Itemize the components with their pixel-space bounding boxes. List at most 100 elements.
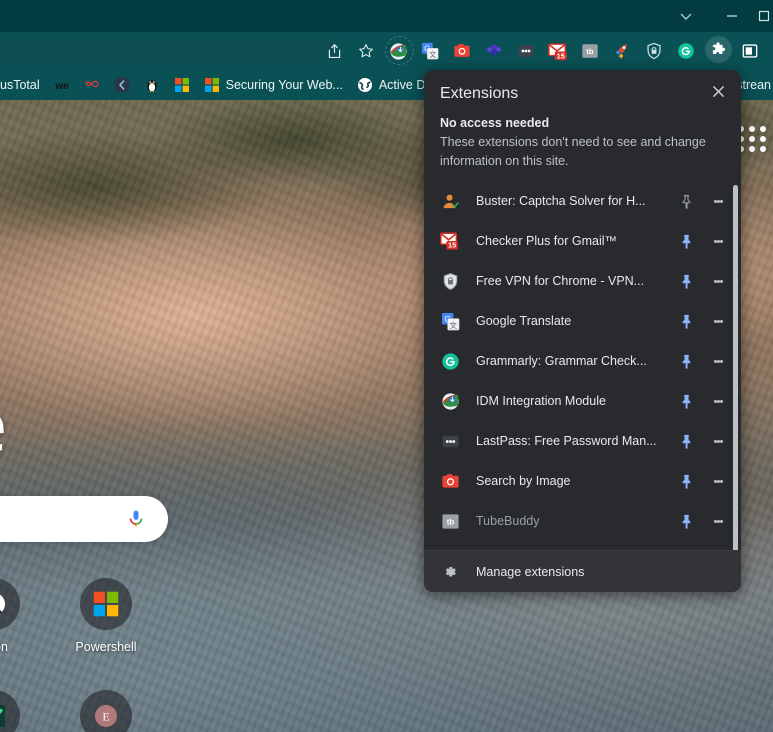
gmail-badge-count: 15	[557, 51, 565, 60]
shortcut-esl[interactable]: E ESL	[50, 682, 162, 732]
svg-text:文: 文	[429, 50, 436, 59]
bookmark-virustotal[interactable]: usTotal	[0, 73, 47, 97]
browser-window: G 文	[0, 0, 773, 732]
bookmark-back[interactable]	[107, 73, 137, 97]
puzzle-icon	[712, 42, 726, 54]
extension-google-translate-label: Google Translate	[476, 314, 572, 328]
extension-google-translate-more-button[interactable]	[703, 304, 733, 338]
bookmark-hackernews[interactable]	[77, 73, 107, 97]
extension-grammarly-more-button[interactable]	[703, 344, 733, 378]
extension-idm-pin-button[interactable]	[669, 384, 703, 418]
svg-text:文: 文	[449, 319, 457, 329]
bookmark-button[interactable]	[350, 32, 382, 70]
tubebuddy-button[interactable]: tb	[574, 32, 606, 70]
dropbox-button[interactable]	[478, 32, 510, 70]
extension-idm[interactable]: IDM Integration Module	[424, 381, 741, 421]
grammarly-icon	[441, 352, 459, 370]
bookmark-securing-your-web-label: Securing Your Web...	[225, 78, 343, 92]
extension-checker-plus-gmail-pin-button[interactable]	[669, 224, 703, 258]
grammarly-button[interactable]	[670, 32, 702, 70]
extension-idm-more-button[interactable]	[703, 384, 733, 418]
shield-icon	[443, 272, 457, 290]
extension-checker-plus-gmail-label: Checker Plus for Gmail™	[476, 234, 618, 248]
extension-checker-plus-gmail-more-button[interactable]	[703, 224, 733, 258]
extensions-button[interactable]	[702, 32, 734, 70]
shortcut-mind-icon-wrap	[0, 690, 20, 732]
extension-free-vpn-icon-wrap	[440, 271, 460, 291]
idm-extension-button[interactable]	[382, 32, 414, 70]
search-by-image-button[interactable]	[446, 32, 478, 70]
bookmark-we[interactable]: we	[47, 73, 77, 97]
minimize-button[interactable]	[709, 0, 755, 32]
search-input[interactable]	[0, 496, 168, 542]
svg-text:tb: tb	[586, 47, 594, 56]
extension-buster-more-button[interactable]	[703, 184, 733, 218]
extension-free-vpn[interactable]: Free VPN for Chrome - VPN...	[424, 261, 741, 301]
free-vpn-button[interactable]	[638, 32, 670, 70]
share-button[interactable]	[318, 32, 350, 70]
vertical-scrollbar[interactable]	[733, 185, 738, 550]
extension-lastpass-pin-button[interactable]	[669, 424, 703, 458]
extension-tubebuddy-label: TubeBuddy	[476, 514, 540, 528]
maximize-button[interactable]	[755, 0, 773, 32]
shortcut-empty-1	[162, 570, 274, 682]
pin-icon	[682, 394, 690, 409]
shortcut-doon[interactable]: doon	[0, 570, 50, 682]
extension-search-by-image[interactable]: Search by Image	[424, 461, 741, 501]
extension-tubebuddy[interactable]: tb TubeBuddy	[424, 501, 741, 541]
extension-checker-plus-gmail-icon-wrap: 15	[440, 231, 460, 251]
extension-grammarly-pin-button[interactable]	[669, 344, 703, 378]
maximize-icon	[758, 10, 770, 22]
checker-plus-gmail-button[interactable]: 15	[542, 32, 574, 70]
extension-video-speed-controller[interactable]: Video Speed Controller	[424, 541, 741, 550]
shortcut-mind[interactable]: Mind	[0, 682, 50, 732]
extension-lastpass-more-button[interactable]	[703, 424, 733, 458]
extension-buster[interactable]: Buster: Captcha Solver for H...	[424, 181, 741, 221]
shortcut-powershell[interactable]: Powershell	[50, 570, 162, 682]
tab-search-button[interactable]	[663, 0, 709, 32]
extension-grammarly-icon-wrap	[440, 351, 460, 371]
close-icon	[712, 85, 724, 97]
microphone-icon[interactable]	[126, 509, 146, 529]
apps-grid-icon[interactable]	[738, 126, 767, 152]
extension-checker-plus-gmail[interactable]: 15 Checker Plus for Gmail™	[424, 221, 741, 261]
extension-tubebuddy-pin-button[interactable]	[669, 504, 703, 538]
extension-buster-pin-button[interactable]	[669, 184, 703, 218]
grammarly-icon	[678, 43, 694, 59]
extension-tubebuddy-icon-wrap: tb	[440, 511, 460, 531]
penguin-icon	[146, 80, 157, 92]
extension-grammarly[interactable]: Grammarly: Grammar Check...	[424, 341, 741, 381]
extension-search-by-image-more-button[interactable]	[703, 464, 733, 498]
svg-text:tb: tb	[446, 517, 454, 526]
google-logo: e	[0, 390, 8, 464]
extension-video-speed-controller-pin-button[interactable]	[669, 544, 703, 550]
bookmark-microsoft-1[interactable]	[167, 73, 197, 97]
extension-idm-icon-wrap	[440, 391, 460, 411]
extension-free-vpn-pin-button[interactable]	[669, 264, 703, 298]
extension-grammarly-label: Grammarly: Grammar Check...	[476, 354, 647, 368]
bookmark-penguin[interactable]	[137, 73, 167, 97]
lastpass-button[interactable]	[510, 32, 542, 70]
address-bar[interactable]	[0, 37, 340, 65]
extension-lastpass-label: LastPass: Free Password Man...	[476, 434, 657, 448]
manage-extensions-button[interactable]: Manage extensions	[424, 550, 741, 592]
extension-tubebuddy-more-button[interactable]	[703, 504, 733, 538]
extension-free-vpn-more-button[interactable]	[703, 264, 733, 298]
bookmark-active-directory[interactable]: Active D	[350, 73, 433, 97]
video-speed-controller-button[interactable]	[606, 32, 638, 70]
infinity-icon	[85, 80, 99, 88]
extension-google-translate-pin-button[interactable]	[669, 304, 703, 338]
bookmark-securing-your-web[interactable]: Securing Your Web...	[197, 73, 350, 97]
extension-lastpass[interactable]: LastPass: Free Password Man...	[424, 421, 741, 461]
doon-icon	[0, 594, 5, 614]
extensions-list: Buster: Captcha Solver for H... 15 Check…	[424, 181, 741, 550]
extension-video-speed-controller-more-button[interactable]	[703, 544, 733, 550]
side-panel-button[interactable]	[734, 32, 766, 70]
extension-google-translate[interactable]: G 文 Google Translate	[424, 301, 741, 341]
extension-search-by-image-label: Search by Image	[476, 474, 571, 488]
google-translate-button[interactable]: G 文	[414, 32, 446, 70]
idm-icon	[441, 392, 459, 410]
extension-google-translate-icon-wrap: G 文	[440, 311, 460, 331]
extension-search-by-image-pin-button[interactable]	[669, 464, 703, 498]
close-button[interactable]	[703, 76, 733, 106]
